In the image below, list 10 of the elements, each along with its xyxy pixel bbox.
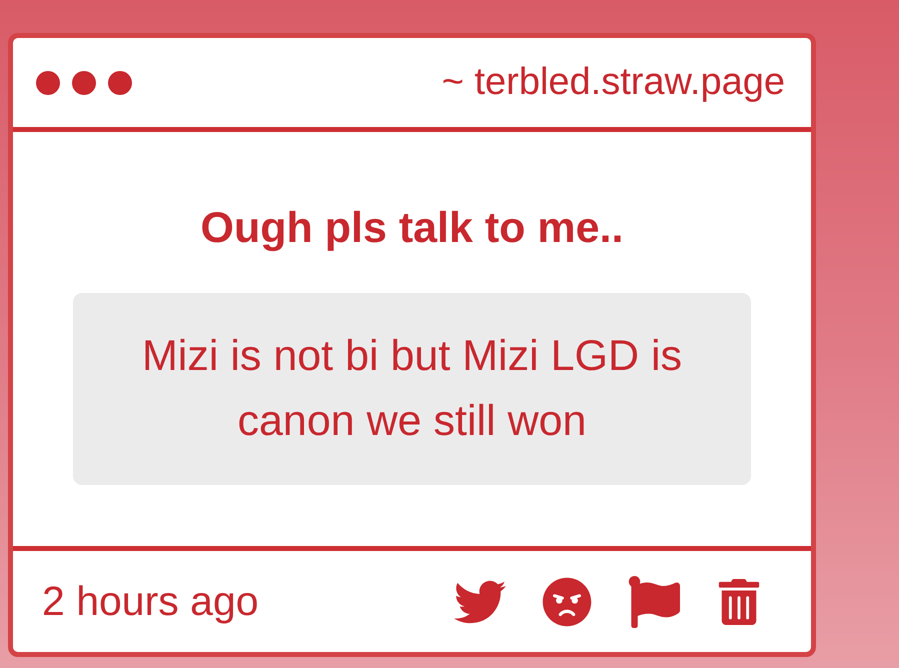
site-url: ~ terbled.straw.page: [442, 61, 785, 104]
window-dot-icon: [108, 70, 132, 94]
window-dot-icon: [72, 70, 96, 94]
flag-icon[interactable]: [628, 576, 680, 628]
timestamp: 2 hours ago: [42, 578, 259, 625]
window-dot-icon: [36, 70, 60, 94]
message-text: Mizi is not bi but Mizi LGD is canon we still won: [73, 293, 751, 485]
post-title: Ough pls talk to me..: [200, 203, 624, 254]
trash-icon[interactable]: [716, 578, 762, 624]
angry-face-icon[interactable]: [542, 576, 592, 626]
